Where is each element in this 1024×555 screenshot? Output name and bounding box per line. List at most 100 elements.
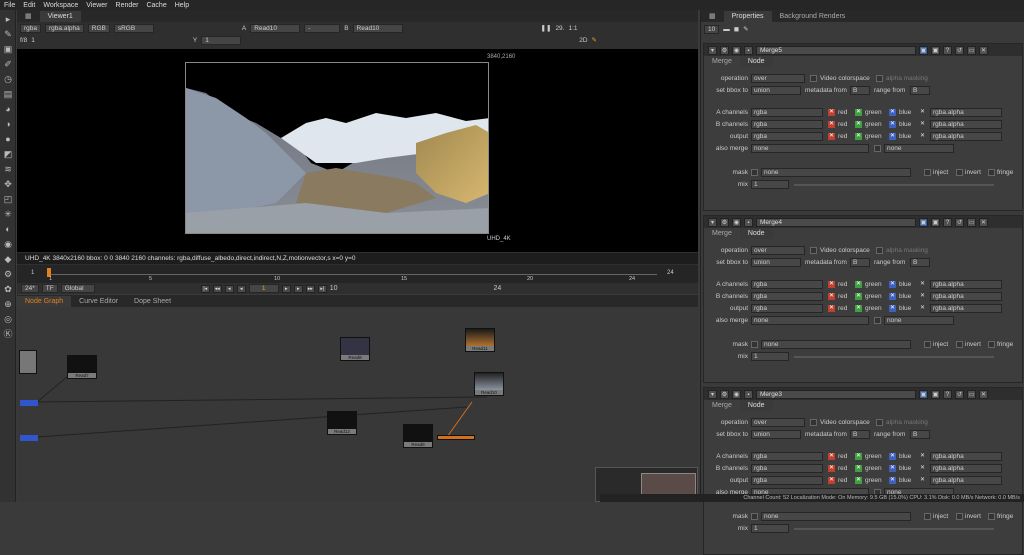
tab-node-graph[interactable]: Node Graph [17, 296, 72, 307]
last-frame-icon[interactable]: ▸| [317, 284, 327, 293]
blue-checkbox[interactable]: ✕ [889, 453, 896, 460]
alpha-checkbox[interactable]: ✕ [919, 465, 926, 472]
camera-icon[interactable]: ◼ [734, 25, 739, 33]
views-icon[interactable]: ◉ [2, 239, 14, 249]
node-color-icon[interactable]: ▣ [919, 389, 928, 399]
colorspace-b-select[interactable]: sRGB [113, 23, 154, 33]
alpha-masking-checkbox[interactable] [876, 419, 883, 426]
input-b-select[interactable]: Read10 [352, 23, 403, 33]
red-checkbox[interactable]: ✕ [828, 465, 835, 472]
green-checkbox[interactable]: ✕ [855, 465, 862, 472]
video-colorspace-checkbox[interactable] [810, 247, 817, 254]
float-icon[interactable]: ▭ [967, 45, 976, 55]
timeline-track[interactable] [47, 274, 657, 275]
merge-node-a[interactable] [20, 400, 38, 406]
close-icon[interactable]: ✕ [979, 217, 988, 227]
operation-select[interactable]: over [751, 74, 805, 83]
also-merge-select-2[interactable]: none [884, 316, 954, 325]
node-read11[interactable]: Read11 [465, 328, 495, 352]
green-checkbox[interactable]: ✕ [855, 121, 862, 128]
also-merge-checkbox[interactable] [874, 317, 881, 324]
alpha-checkbox[interactable]: ✕ [919, 453, 926, 460]
alpha-masking-checkbox[interactable] [876, 75, 883, 82]
tile-color-icon[interactable]: ▣ [931, 45, 940, 55]
max-panels-field[interactable]: 10 [704, 24, 720, 34]
help-icon[interactable]: ? [943, 217, 952, 227]
plugin-icon[interactable]: ◎ [2, 314, 14, 324]
revert-icon[interactable]: ↺ [955, 217, 964, 227]
layers-icon[interactable]: ≋ [2, 164, 14, 174]
close-icon[interactable]: ✕ [979, 45, 988, 55]
alpha-checkbox[interactable]: ✕ [919, 133, 926, 140]
also-merge-select[interactable]: none [751, 144, 869, 153]
blue-checkbox[interactable]: ✕ [889, 109, 896, 116]
tab-merge[interactable]: Merge [704, 400, 740, 411]
red-checkbox[interactable]: ✕ [828, 305, 835, 312]
b-channels-select[interactable]: rgba [751, 120, 823, 129]
settings-icon[interactable]: ⚙ [720, 45, 729, 55]
node-partial[interactable] [19, 350, 37, 374]
red-checkbox[interactable]: ✕ [828, 109, 835, 116]
red-checkbox[interactable]: ✕ [828, 121, 835, 128]
blue-checkbox[interactable]: ✕ [889, 281, 896, 288]
menu-viewer[interactable]: Viewer [82, 2, 111, 9]
alpha-channel-select[interactable]: rgba.alpha [930, 304, 1002, 313]
invert-checkbox[interactable] [956, 341, 963, 348]
bookmark-icon[interactable]: ▪ [744, 217, 753, 227]
timeline-start[interactable]: 1 [31, 270, 34, 276]
green-checkbox[interactable]: ✕ [855, 109, 862, 116]
channels-select[interactable]: rgba [20, 23, 42, 33]
tab-merge[interactable]: Merge [704, 228, 740, 239]
alpha-checkbox[interactable]: ✕ [919, 305, 926, 312]
global-select[interactable]: Global [60, 284, 95, 293]
mix-field[interactable]: 1 [751, 524, 789, 533]
menu-help[interactable]: Help [171, 2, 193, 9]
operation-select[interactable]: over [751, 418, 805, 427]
pointer-icon[interactable]: ▸ [2, 14, 14, 24]
a-channels-select[interactable]: rgba [751, 452, 823, 461]
node-name-field[interactable]: Merge3 [756, 389, 916, 399]
alpha-channel-select[interactable]: rgba.alpha [930, 280, 1002, 289]
alpha-checkbox[interactable]: ✕ [919, 121, 926, 128]
toolsets-icon[interactable]: ⚙ [2, 269, 14, 279]
bbox-select[interactable]: union [751, 430, 801, 439]
also-merge-select-2[interactable]: none [884, 144, 954, 153]
blue-checkbox[interactable]: ✕ [889, 293, 896, 300]
mix-field[interactable]: 1 [751, 180, 789, 189]
pause-icon[interactable]: ❚❚ [541, 24, 552, 32]
metadata-from-select[interactable]: B [850, 430, 870, 439]
tab-node[interactable]: Node [739, 228, 773, 239]
alpha-channel-select[interactable]: rgba.alpha [930, 120, 1002, 129]
first-frame-icon[interactable]: |◂ [200, 284, 210, 293]
k-icon[interactable]: Ⓚ [2, 329, 14, 339]
frame-in-value[interactable]: 1 [31, 37, 35, 44]
compare-select[interactable]: - [304, 23, 341, 33]
step-back-icon[interactable]: ◂ [224, 284, 234, 293]
image-icon[interactable]: ▣ [2, 44, 14, 54]
fps-select[interactable]: 24* [21, 284, 39, 293]
menu-workspace[interactable]: Workspace [39, 2, 82, 9]
merge-node-b[interactable] [20, 435, 38, 441]
blue-checkbox[interactable]: ✕ [889, 305, 896, 312]
out-channels-select[interactable]: rgba [751, 132, 823, 141]
alpha-select[interactable]: rgba.alpha [45, 23, 84, 33]
node-color-icon[interactable]: ▣ [919, 217, 928, 227]
mask-select[interactable]: none [761, 340, 911, 349]
mask-select[interactable]: none [761, 512, 911, 521]
red-checkbox[interactable]: ✕ [828, 477, 835, 484]
current-frame-field[interactable]: 1 [248, 284, 279, 293]
draw-icon[interactable]: ✐ [2, 59, 14, 69]
red-checkbox[interactable]: ✕ [828, 453, 835, 460]
node-read12[interactable]: Read12 [327, 411, 357, 435]
tab-curve-editor[interactable]: Curve Editor [71, 296, 126, 307]
brush-icon[interactable]: ✎ [592, 36, 597, 44]
green-checkbox[interactable]: ✕ [855, 453, 862, 460]
mode-select[interactable]: 2D [579, 37, 587, 44]
float-icon[interactable]: ▭ [967, 217, 976, 227]
step-forward-icon[interactable]: ▸ [293, 284, 303, 293]
also-merge-select[interactable]: none [751, 316, 869, 325]
step-label[interactable]: 10 [330, 285, 338, 292]
paint-icon[interactable]: ✎ [2, 29, 14, 39]
lock-icon[interactable]: ▬ [723, 26, 730, 33]
mask-select[interactable]: none [761, 168, 911, 177]
